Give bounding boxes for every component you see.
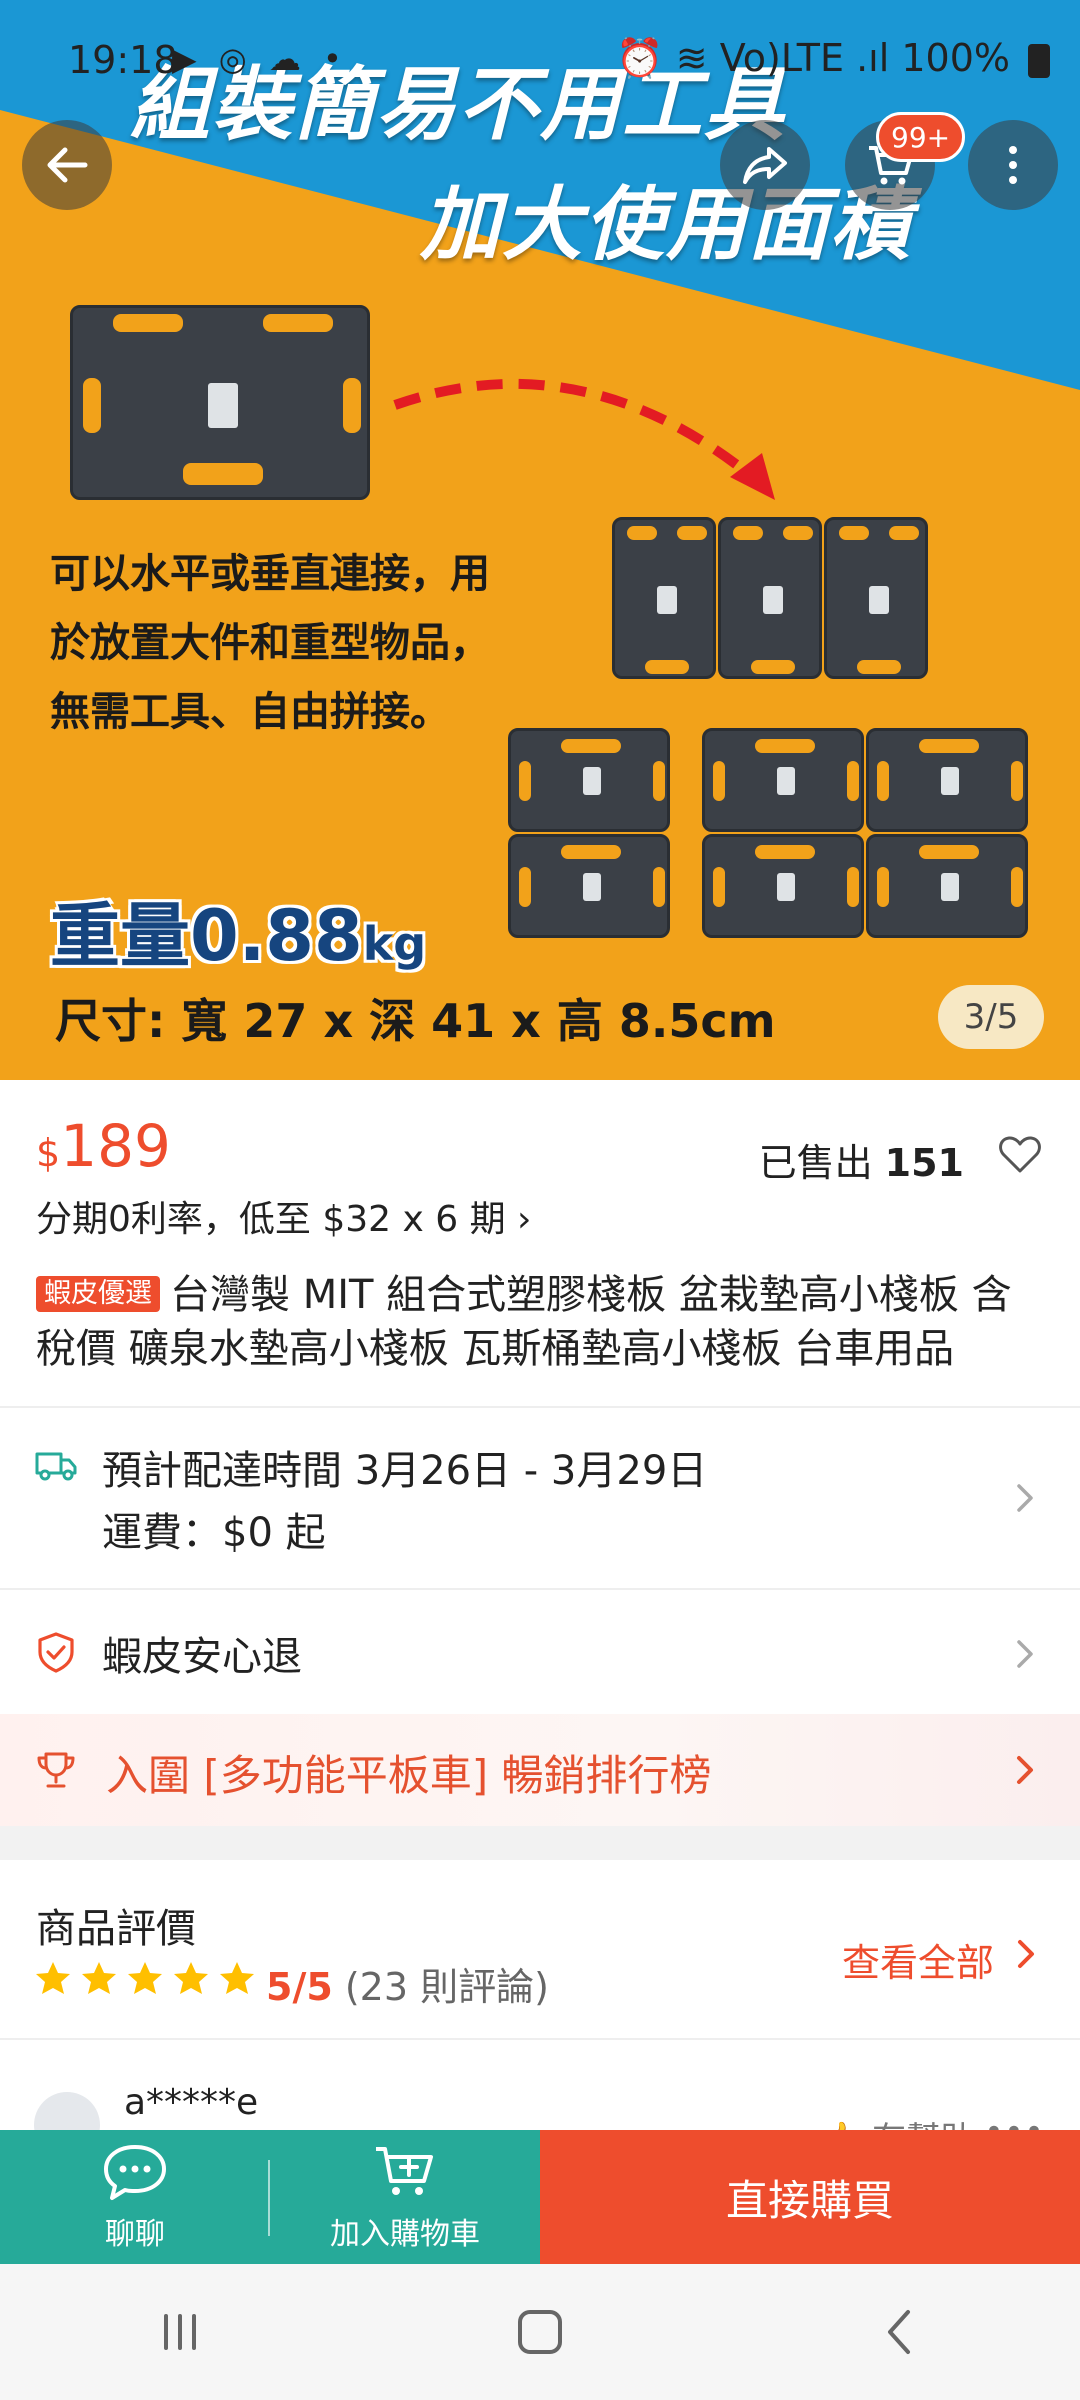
product-price: $189	[36, 1112, 171, 1180]
pallet-illustration	[508, 834, 670, 938]
status-time: 19:18	[68, 38, 178, 82]
home-button[interactable]	[480, 2287, 600, 2377]
chevron-right-icon	[1017, 1484, 1033, 1512]
product-title: 蝦皮優選 台灣製 MIT 組合式塑膠棧板 盆栽墊高小棧板 含稅價 礦泉水墊高小棧板…	[36, 1272, 1012, 1372]
pallet-illustration	[824, 517, 928, 679]
helpful-button[interactable]: 👍 有幫助	[819, 2112, 974, 2130]
star-rating	[34, 1960, 256, 2004]
more-horizontal-icon[interactable]: •••	[984, 2112, 1044, 2130]
notification-icons: ▶ ◎ ☁ •	[172, 40, 348, 78]
system-indicators: ⏰ ≋ Vo)LTE .ıl 100%	[616, 36, 1010, 80]
shield-check-icon	[38, 1632, 74, 1673]
rating-summary: 5/5 (23 則評論)	[266, 1965, 549, 2009]
return-guarantee-label: 蝦皮安心退	[102, 1634, 302, 1680]
image-counter: 3/5	[938, 985, 1044, 1049]
arrow-icon	[393, 379, 775, 500]
star-icon	[220, 1962, 254, 1994]
review-item: a*****e 👍 有幫助 •••	[0, 2040, 1080, 2130]
add-to-cart-label: 加入購物車	[330, 2217, 480, 2252]
pallet-illustration	[866, 834, 1028, 938]
system-back-button[interactable]	[840, 2287, 960, 2377]
divider	[0, 1588, 1080, 1590]
star-icon	[82, 1962, 116, 1994]
pallet-illustration	[866, 728, 1028, 832]
chat-bubble-icon	[104, 2145, 166, 2200]
shipping-fee: 運費：$0 起	[102, 1510, 326, 1556]
battery-icon	[1028, 44, 1050, 78]
more-options-button[interactable]	[968, 120, 1058, 210]
pallet-illustration	[70, 305, 370, 500]
add-to-cart-button[interactable]: 加入購物車	[270, 2130, 540, 2264]
hero-dimensions: 尺寸: 寬 27 x 深 41 x 高 8.5cm	[55, 994, 776, 1048]
ranking-label: 入圍 [多功能平板車] 暢銷排行榜	[106, 1751, 712, 1800]
pallet-illustration	[702, 728, 864, 832]
preferred-tag: 蝦皮優選	[36, 1276, 160, 1312]
chevron-right-icon[interactable]	[1012, 1934, 1040, 1974]
recent-apps-icon	[164, 2314, 196, 2350]
chat-button[interactable]: 聊聊	[0, 2130, 270, 2264]
sold-count: 已售出 151	[758, 1141, 964, 1185]
see-all-reviews-link[interactable]: 查看全部	[842, 1932, 994, 1987]
bestseller-ranking-row[interactable]: 入圍 [多功能平板車] 暢銷排行榜	[0, 1714, 1080, 1826]
bottom-action-bar: 聊聊 加入購物車 直接購買	[0, 2130, 1080, 2264]
product-page: 組裝簡易不用工具 加大使用面積 可以水平或垂直連接，用於放置大件和重型物品，無需…	[0, 0, 1080, 2400]
chevron-right-icon	[1017, 1640, 1033, 1668]
pallet-illustration	[718, 517, 822, 679]
delivery-estimate: 預計配達時間 3月26日 - 3月29日	[102, 1448, 708, 1494]
vertical-dots-icon	[1009, 146, 1017, 184]
pallet-illustration	[508, 728, 670, 832]
section-gap	[0, 1826, 1080, 1860]
hero-weight: 重量0.88kg	[50, 895, 427, 977]
pallet-illustration	[702, 834, 864, 938]
system-navigation-bar	[0, 2264, 1080, 2400]
recent-apps-button[interactable]	[120, 2287, 240, 2377]
favorite-heart-icon[interactable]	[996, 1130, 1044, 1178]
share-icon	[743, 147, 787, 184]
star-icon	[36, 1962, 70, 1994]
trophy-icon	[37, 1752, 75, 1788]
chevron-right-icon	[1017, 1756, 1033, 1784]
status-bar: 19:18 ▶ ◎ ☁ • ⏰ ≋ Vo)LTE .ıl 100%	[0, 0, 1080, 120]
divider	[0, 1406, 1080, 1408]
thumbs-up-icon: 👍	[819, 2120, 861, 2130]
home-icon	[518, 2310, 562, 2354]
star-icon	[128, 1962, 162, 1994]
buy-now-button[interactable]: 直接購買	[540, 2130, 1080, 2264]
truck-icon	[35, 1452, 77, 1481]
star-icon	[174, 1962, 208, 1994]
add-cart-icon	[376, 2147, 433, 2195]
hero-description: 可以水平或垂直連接，用於放置大件和重型物品，無需工具、自由拼接。	[50, 551, 490, 735]
chat-label: 聊聊	[105, 2217, 165, 2252]
installment-info[interactable]: 分期0利率，低至 $32 x 6 期 ›	[36, 1190, 531, 1242]
share-button[interactable]	[720, 120, 810, 210]
hero-headline-2: 加大使用面積	[420, 178, 912, 271]
avatar	[34, 2092, 100, 2130]
pallet-illustration	[612, 517, 716, 679]
reviews-title: 商品評價	[36, 1906, 196, 1952]
reviewer-name: a*****e	[124, 2082, 259, 2123]
back-button[interactable]	[22, 120, 112, 210]
cart-count-badge: 99+	[876, 112, 966, 162]
back-arrow-icon	[47, 147, 88, 183]
chevron-left-icon	[888, 2310, 910, 2354]
